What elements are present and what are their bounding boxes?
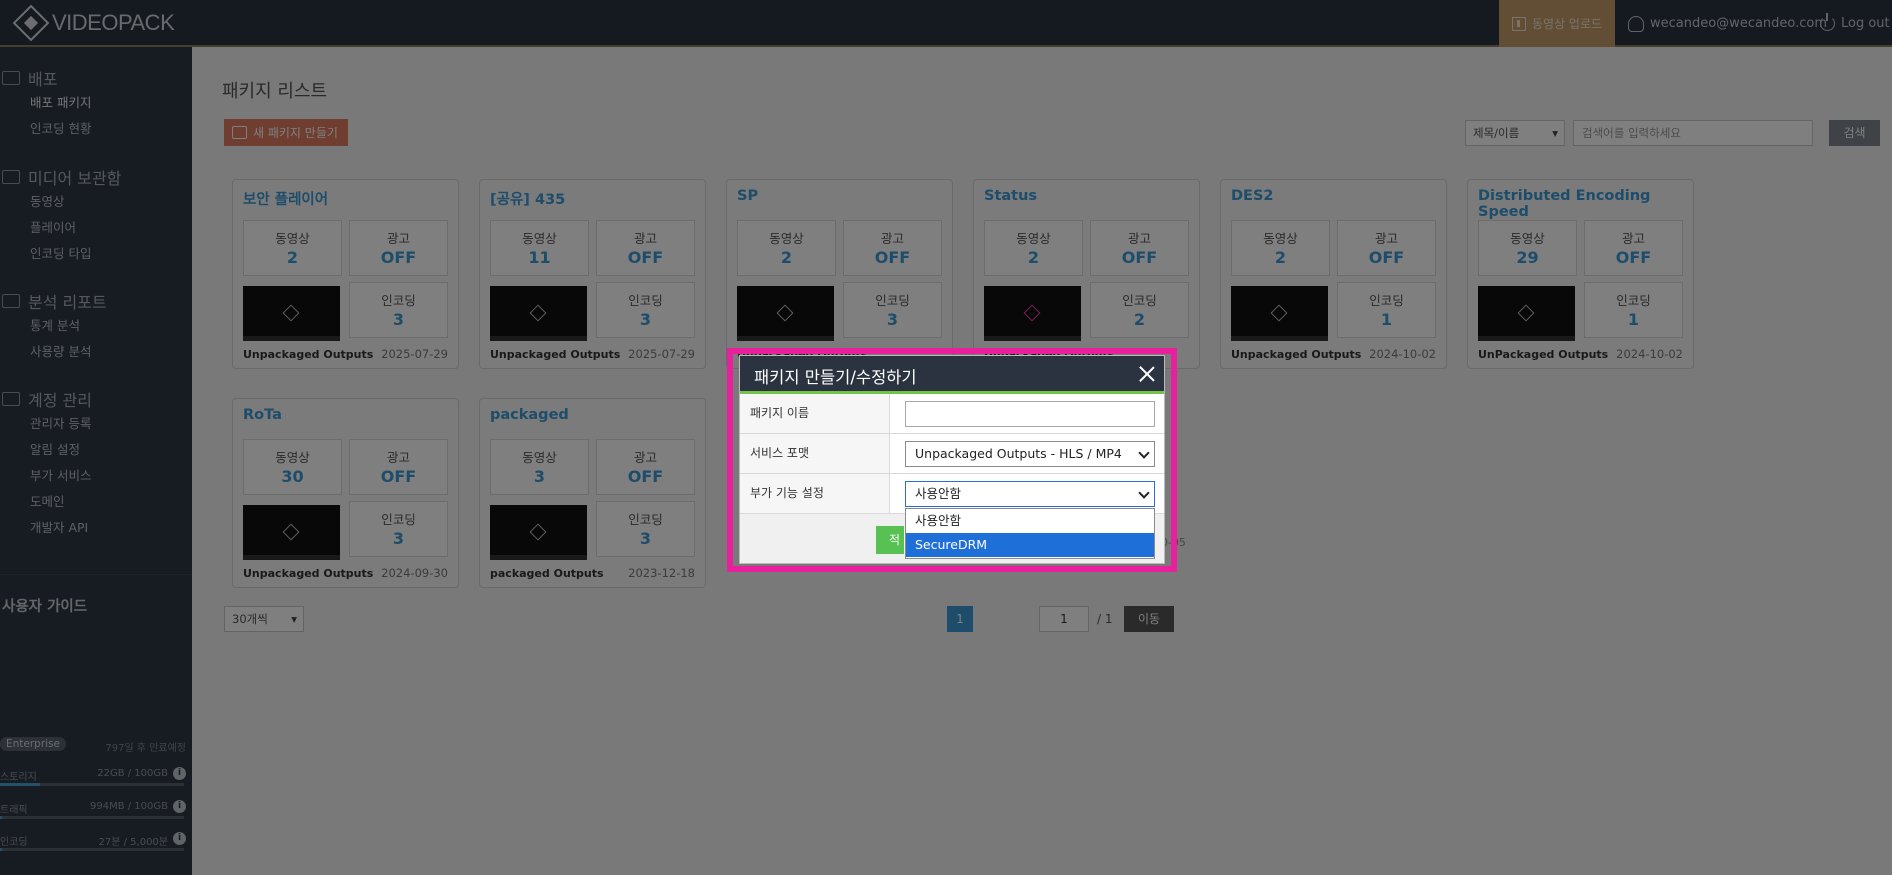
modal-title: 패키지 만들기/수정하기 <box>754 368 917 387</box>
dropdown-option-securedrm[interactable]: SecureDRM <box>906 533 1154 557</box>
service-format-select[interactable]: Unpackaged Outputs - HLS / MP4 <box>905 441 1155 467</box>
apply-button[interactable]: 적용 <box>876 526 904 554</box>
dropdown-option-none[interactable]: 사용안함 <box>906 509 1154 533</box>
chevron-down-icon <box>1138 487 1150 499</box>
field-label: 패키지 이름 <box>740 394 890 433</box>
service-format-row: 서비스 포맷 Unpackaged Outputs - HLS / MP4 <box>740 434 1164 474</box>
field-label: 서비스 포맷 <box>740 434 890 473</box>
chevron-down-icon <box>1138 447 1150 459</box>
package-name-row: 패키지 이름 <box>740 394 1164 434</box>
field-label: 부가 기능 설정 <box>740 474 890 513</box>
package-name-input[interactable] <box>905 401 1155 427</box>
addon-dropdown-list: 사용안함 SecureDRM <box>905 508 1155 559</box>
addon-setting-select[interactable]: 사용안함 <box>905 481 1155 507</box>
modal-header: 패키지 만들기/수정하기 <box>740 356 1164 394</box>
close-icon[interactable] <box>1138 365 1156 383</box>
